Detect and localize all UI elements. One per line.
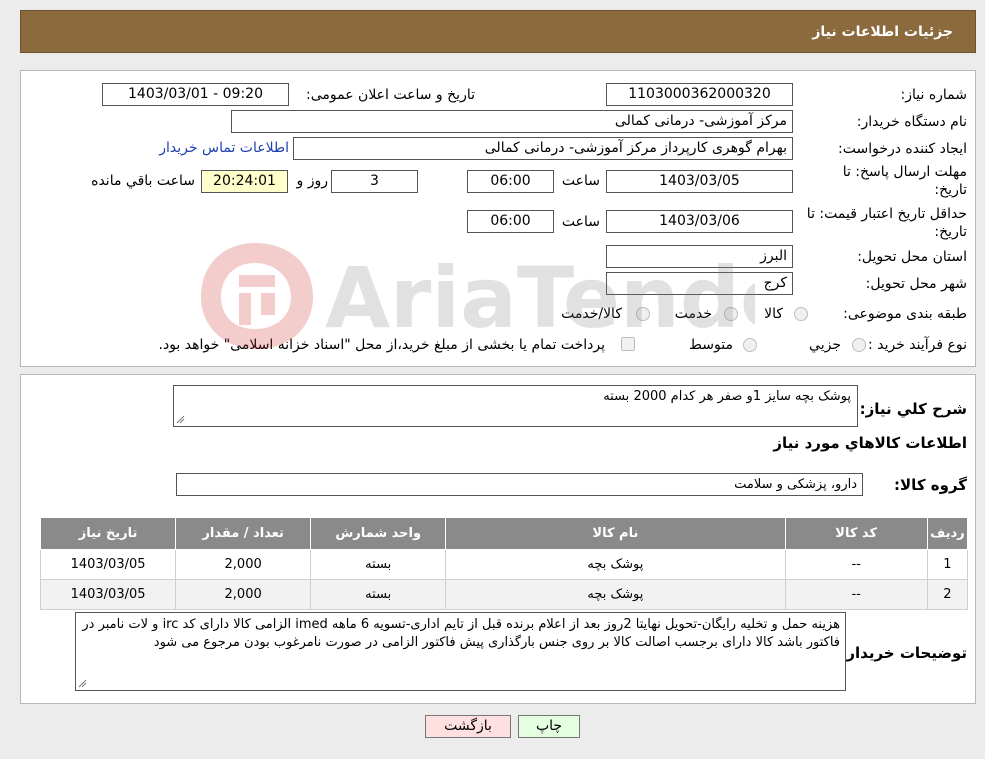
print-button[interactable]: چاپ xyxy=(518,715,580,738)
cell-code: -- xyxy=(784,579,928,610)
need-number-label: شماره نیاز: xyxy=(900,87,968,103)
remaining-label: ساعت باقي مانده xyxy=(91,173,195,189)
validity-date-field[interactable]: 1403/03/06 xyxy=(606,210,793,233)
cell-name: پوشک بچه xyxy=(445,579,786,610)
resize-grip-icon[interactable] xyxy=(78,679,87,688)
goods-table: ردیف کد کالا نام کالا واحد شمارش تعداد /… xyxy=(39,517,969,610)
description-field[interactable]: پوشک بچه سایز 1و صفر هر کدام 2000 بسته xyxy=(173,385,858,427)
description-text: پوشک بچه سایز 1و صفر هر کدام 2000 بسته xyxy=(603,389,851,404)
province-label: استان محل تحویل: xyxy=(857,249,967,265)
cell-code: -- xyxy=(784,549,928,580)
col-code-header: کد کالا xyxy=(784,517,928,550)
remaining-days-field[interactable]: 3 xyxy=(331,170,418,193)
deadline-date-field[interactable]: 1403/03/05 xyxy=(606,170,793,193)
cell-row: 1 xyxy=(926,549,969,580)
buyer-contact-link[interactable]: اطلاعات تماس خریدار xyxy=(159,140,289,156)
process-minor-radio[interactable] xyxy=(852,338,866,352)
category-goods-radio[interactable] xyxy=(794,307,808,321)
remaining-time-field: 20:24:01 xyxy=(201,170,288,193)
col-qty-header: تعداد / مقدار xyxy=(175,517,312,550)
buyer-notes-text: هزینه حمل و تخلیه رایگان-تحویل نهایتا 2ر… xyxy=(82,617,840,650)
category-label: طبقه بندی موضوعی: xyxy=(843,306,967,322)
need-number-field[interactable]: 1103000362000320 xyxy=(606,83,793,106)
creator-field[interactable]: بهرام گوهری کارپرداز مرکز آموزشی- درمانی… xyxy=(293,137,793,160)
table-header-row: ردیف کد کالا نام کالا واحد شمارش تعداد /… xyxy=(39,517,969,550)
validity-label-line2: تاریخ: xyxy=(934,224,967,240)
goods-table-wrapper: ردیف کد کالا نام کالا واحد شمارش تعداد /… xyxy=(39,517,969,610)
resize-grip-icon[interactable] xyxy=(176,415,185,424)
days-label: روز و xyxy=(296,173,329,189)
process-medium-label: متوسط xyxy=(689,337,733,353)
city-label: شهر محل تحویل: xyxy=(865,276,967,292)
category-goods-service-radio[interactable] xyxy=(636,307,650,321)
buyer-notes-field[interactable]: هزینه حمل و تخلیه رایگان-تحویل نهایتا 2ر… xyxy=(75,612,846,691)
validity-time-field[interactable]: 06:00 xyxy=(467,210,554,233)
process-medium-radio[interactable] xyxy=(743,338,757,352)
back-button[interactable]: بازگشت xyxy=(425,715,511,738)
buyer-org-label: نام دستگاه خریدار: xyxy=(856,114,967,130)
cell-date: 1403/03/05 xyxy=(39,579,177,610)
category-goods-service-label: کالا/خدمت xyxy=(561,306,622,322)
deadline-time-label: ساعت xyxy=(561,173,600,189)
creator-label: ایجاد کننده درخواست: xyxy=(838,141,967,157)
table-row: 1 -- پوشک بچه بسته 2,000 1403/03/05 xyxy=(39,549,969,580)
validity-time-label: ساعت xyxy=(561,214,600,230)
buyer-org-field[interactable]: مرکز آموزشی- درمانی کمالی xyxy=(231,110,793,133)
table-row: 2 -- پوشک بچه بسته 2,000 1403/03/05 xyxy=(39,579,969,610)
announce-field[interactable]: 1403/03/01 - 09:20 xyxy=(102,83,289,106)
process-label: نوع فرآیند خرید : xyxy=(868,337,967,353)
city-field[interactable]: کرج xyxy=(606,272,793,295)
col-name-header: نام کالا xyxy=(445,517,786,550)
category-service-label: خدمت xyxy=(674,306,712,322)
cell-row: 2 xyxy=(926,579,969,610)
process-minor-label: جزیي xyxy=(809,337,841,353)
deadline-time-field[interactable]: 06:00 xyxy=(467,170,554,193)
category-service-radio[interactable] xyxy=(724,307,738,321)
col-unit-header: واحد شمارش xyxy=(310,517,447,550)
cell-qty: 2,000 xyxy=(175,549,312,580)
cell-unit: بسته xyxy=(310,549,447,580)
col-date-header: تاریخ نیاز xyxy=(39,517,177,550)
cell-name: پوشک بچه xyxy=(445,549,786,580)
announce-label: تاریخ و ساعت اعلان عمومی: xyxy=(306,87,475,103)
province-field[interactable]: البرز xyxy=(606,245,793,268)
goods-group-field[interactable]: دارو، پزشکی و سلامت xyxy=(176,473,863,496)
description-label: شرح كلي نياز: xyxy=(859,400,967,418)
category-goods-label: کالا xyxy=(764,306,783,322)
validity-label-line1: حداقل تاریخ اعتبار قیمت: تا xyxy=(806,206,967,222)
cell-unit: بسته xyxy=(310,579,447,610)
deadline-label-line2: تاریخ: xyxy=(934,182,967,198)
goods-group-label: گروه کالا: xyxy=(894,476,967,494)
goods-info-title: اطلاعات کالاهاي مورد نياز xyxy=(773,434,967,452)
cell-qty: 2,000 xyxy=(175,579,312,610)
page-title: جزئیات اطلاعات نیاز xyxy=(812,24,953,40)
page-header: جزئیات اطلاعات نیاز xyxy=(20,10,976,53)
buyer-notes-label: توضیحات خریدار: xyxy=(840,644,967,662)
process-note: پرداخت تمام یا بخشی از مبلغ خرید،از محل … xyxy=(158,337,605,353)
col-row-header: ردیف xyxy=(926,517,969,550)
deadline-label-line1: مهلت ارسال پاسخ: تا xyxy=(842,164,967,180)
cell-date: 1403/03/05 xyxy=(39,549,177,580)
treasury-checkbox[interactable] xyxy=(621,337,635,351)
